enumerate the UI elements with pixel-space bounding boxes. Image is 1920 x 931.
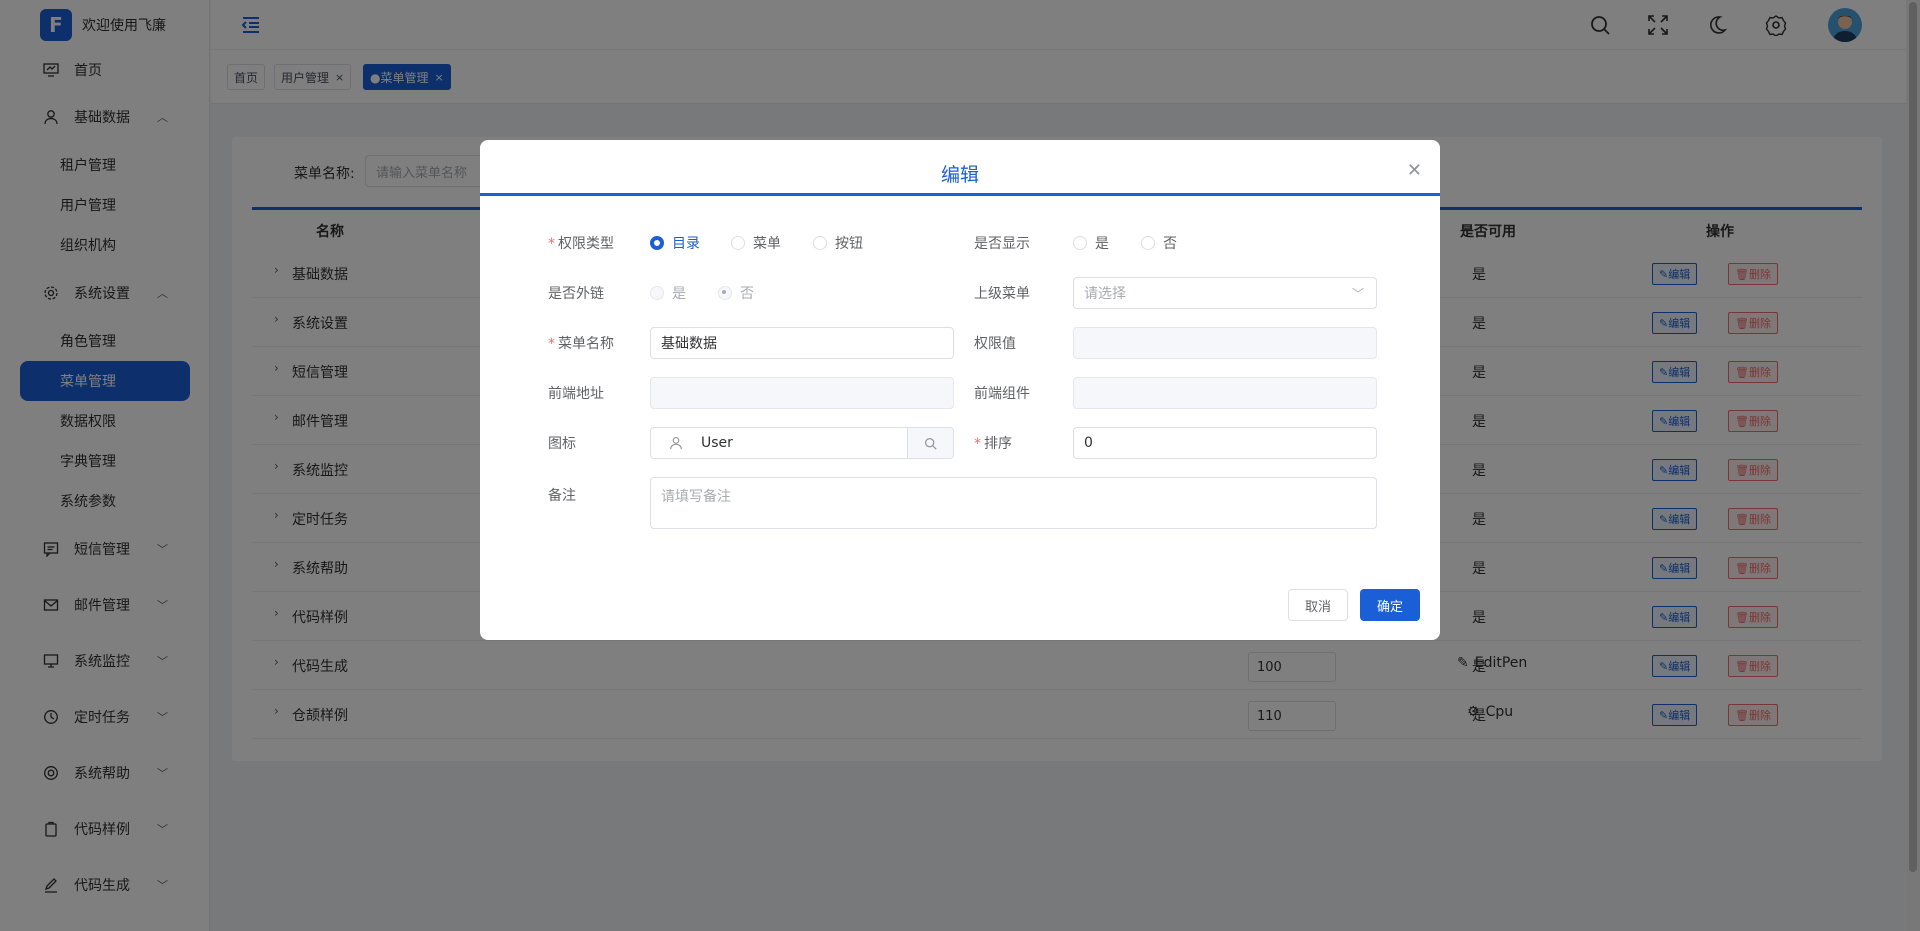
icon-value: User xyxy=(701,435,733,451)
front-component-input xyxy=(1073,377,1377,409)
cancel-button[interactable]: 取消 xyxy=(1288,589,1348,621)
confirm-button[interactable]: 确定 xyxy=(1360,589,1420,621)
perm-type-label: * 权限类型 xyxy=(548,236,614,252)
close-icon[interactable]: ✕ xyxy=(1407,160,1422,181)
sort-input[interactable]: 0 xyxy=(1073,427,1377,459)
perm-value-input xyxy=(1073,327,1377,359)
show-radio-yes[interactable]: 是 xyxy=(1073,233,1109,253)
show-label: 是否显示 xyxy=(974,236,1030,252)
menu-name-label: * 菜单名称 xyxy=(548,336,614,352)
menu-name-input[interactable]: 基础数据 xyxy=(650,327,954,359)
remark-textarea[interactable]: 请填写备注 xyxy=(650,477,1377,529)
remark-label: 备注 xyxy=(548,488,576,504)
sort-label: * 排序 xyxy=(974,436,1012,452)
dialog-title-accent xyxy=(480,193,1440,196)
show-radio-no[interactable]: 否 xyxy=(1141,233,1177,253)
icon-label: 图标 xyxy=(548,436,576,452)
front-address-label: 前端地址 xyxy=(548,386,604,402)
perm-value-label: 权限值 xyxy=(974,336,1016,352)
parent-menu-label: 上级菜单 xyxy=(974,286,1030,302)
search-icon[interactable] xyxy=(907,428,953,458)
front-address-input xyxy=(650,377,954,409)
parent-menu-select[interactable]: 请选择 ﹀ xyxy=(1073,277,1377,309)
user-icon xyxy=(651,436,701,450)
perm-type-radio-button[interactable]: 按钮 xyxy=(813,233,863,253)
chevron-down-icon: ﹀ xyxy=(1351,286,1364,301)
icon-picker-input[interactable]: User xyxy=(650,427,954,459)
perm-type-radio-menu[interactable]: 菜单 xyxy=(731,233,781,253)
edit-menu-dialog: 编辑 ✕ * 权限类型 目录 菜单 按钮 是否显示 是 否 是否外链 是 否 上级… xyxy=(480,140,1440,640)
external-radio-yes: 是 xyxy=(650,283,686,303)
front-component-label: 前端组件 xyxy=(974,386,1030,402)
external-radio-no: 否 xyxy=(718,283,754,303)
external-link-label: 是否外链 xyxy=(548,286,604,302)
dialog-title: 编辑 xyxy=(940,164,979,186)
perm-type-radio-directory[interactable]: 目录 xyxy=(650,233,700,253)
